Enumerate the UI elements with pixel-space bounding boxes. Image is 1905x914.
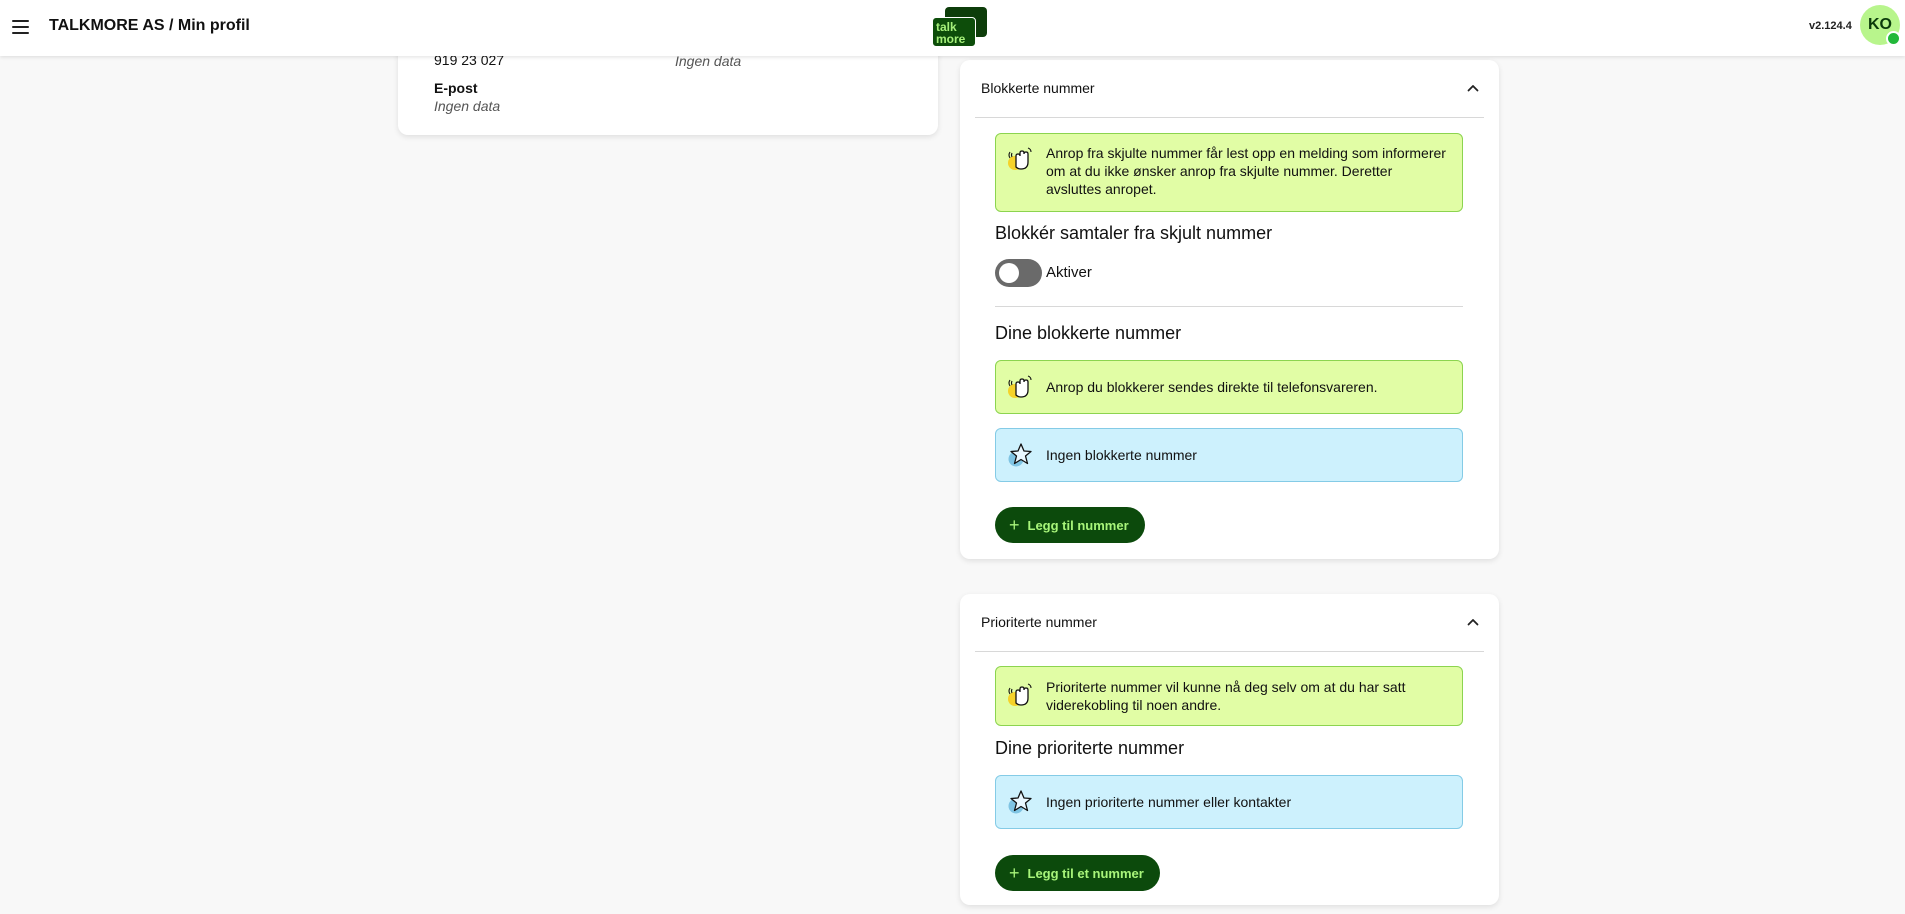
plus-icon: + (1009, 863, 1020, 883)
chevron-up-icon[interactable] (1467, 616, 1479, 628)
plus-icon: + (1009, 515, 1020, 535)
blocked-info-banner: Anrop du blokkerer sendes direkte til te… (995, 360, 1463, 414)
waving-hand-icon (1007, 146, 1033, 172)
block-hidden-title: Blokkér samtaler fra skjult nummer (995, 223, 1273, 243)
block-hidden-toggle[interactable] (995, 259, 1042, 287)
hamburger-menu-icon[interactable] (12, 16, 30, 38)
waving-hand-icon (1007, 374, 1033, 400)
chevron-up-icon[interactable] (1467, 82, 1479, 94)
toggle-label: Aktiver (1046, 264, 1092, 281)
app-version: v2.124.4 (1809, 20, 1852, 32)
blocked-numbers-card: Blokkerte nummer Anrop fra skjulte numme… (960, 60, 1499, 559)
hidden-number-info-banner: Anrop fra skjulte nummer får lest opp en… (995, 133, 1463, 212)
toggle-knob (999, 263, 1019, 283)
priority-info-text: Prioriterte nummer vil kunne nå deg selv… (1046, 679, 1406, 713)
section-divider (995, 306, 1463, 307)
priority-numbers-title: Prioriterte nummer (981, 614, 1097, 630)
add-blocked-number-button[interactable]: + Legg til nummer (995, 507, 1145, 543)
email-value: Ingen data (434, 98, 501, 114)
email-label: E-post (434, 80, 478, 96)
top-app-bar: TALKMORE AS / Min profil talk more v2.124… (0, 0, 1905, 56)
online-status-dot (1886, 31, 1901, 46)
your-blocked-title: Dine blokkerte nummer (995, 323, 1182, 343)
blocked-info-text: Anrop du blokkerer sendes direkte til te… (1046, 379, 1378, 395)
priority-empty-state: Ingen prioriterte nummer eller kontakter (995, 775, 1463, 829)
waving-hand-icon (1007, 682, 1033, 708)
priority-numbers-card: Prioriterte nummer Prioriterte nummer vi… (960, 594, 1499, 905)
add-priority-number-label: Legg til et nummer (1027, 865, 1144, 881)
breadcrumb: TALKMORE AS / Min profil (49, 17, 250, 34)
star-icon (1007, 442, 1033, 468)
talkmore-logo[interactable]: talk more (932, 7, 987, 47)
priority-empty-text: Ingen prioriterte nummer eller kontakter (1046, 794, 1292, 810)
card-divider (975, 651, 1484, 652)
priority-info-banner: Prioriterte nummer vil kunne nå deg selv… (995, 666, 1463, 726)
star-icon (1007, 789, 1033, 815)
card-divider (975, 117, 1484, 118)
add-blocked-number-label: Legg til nummer (1027, 517, 1129, 533)
your-priority-title: Dine prioriterte nummer (995, 738, 1185, 758)
add-priority-number-button[interactable]: + Legg til et nummer (995, 855, 1160, 891)
blocked-numbers-title: Blokkerte nummer (981, 80, 1095, 96)
blocked-empty-state: Ingen blokkerte nummer (995, 428, 1463, 482)
blocked-empty-text: Ingen blokkerte nummer (1046, 447, 1197, 463)
hidden-number-info-text: Anrop fra skjulte nummer får lest opp en… (1046, 145, 1446, 197)
